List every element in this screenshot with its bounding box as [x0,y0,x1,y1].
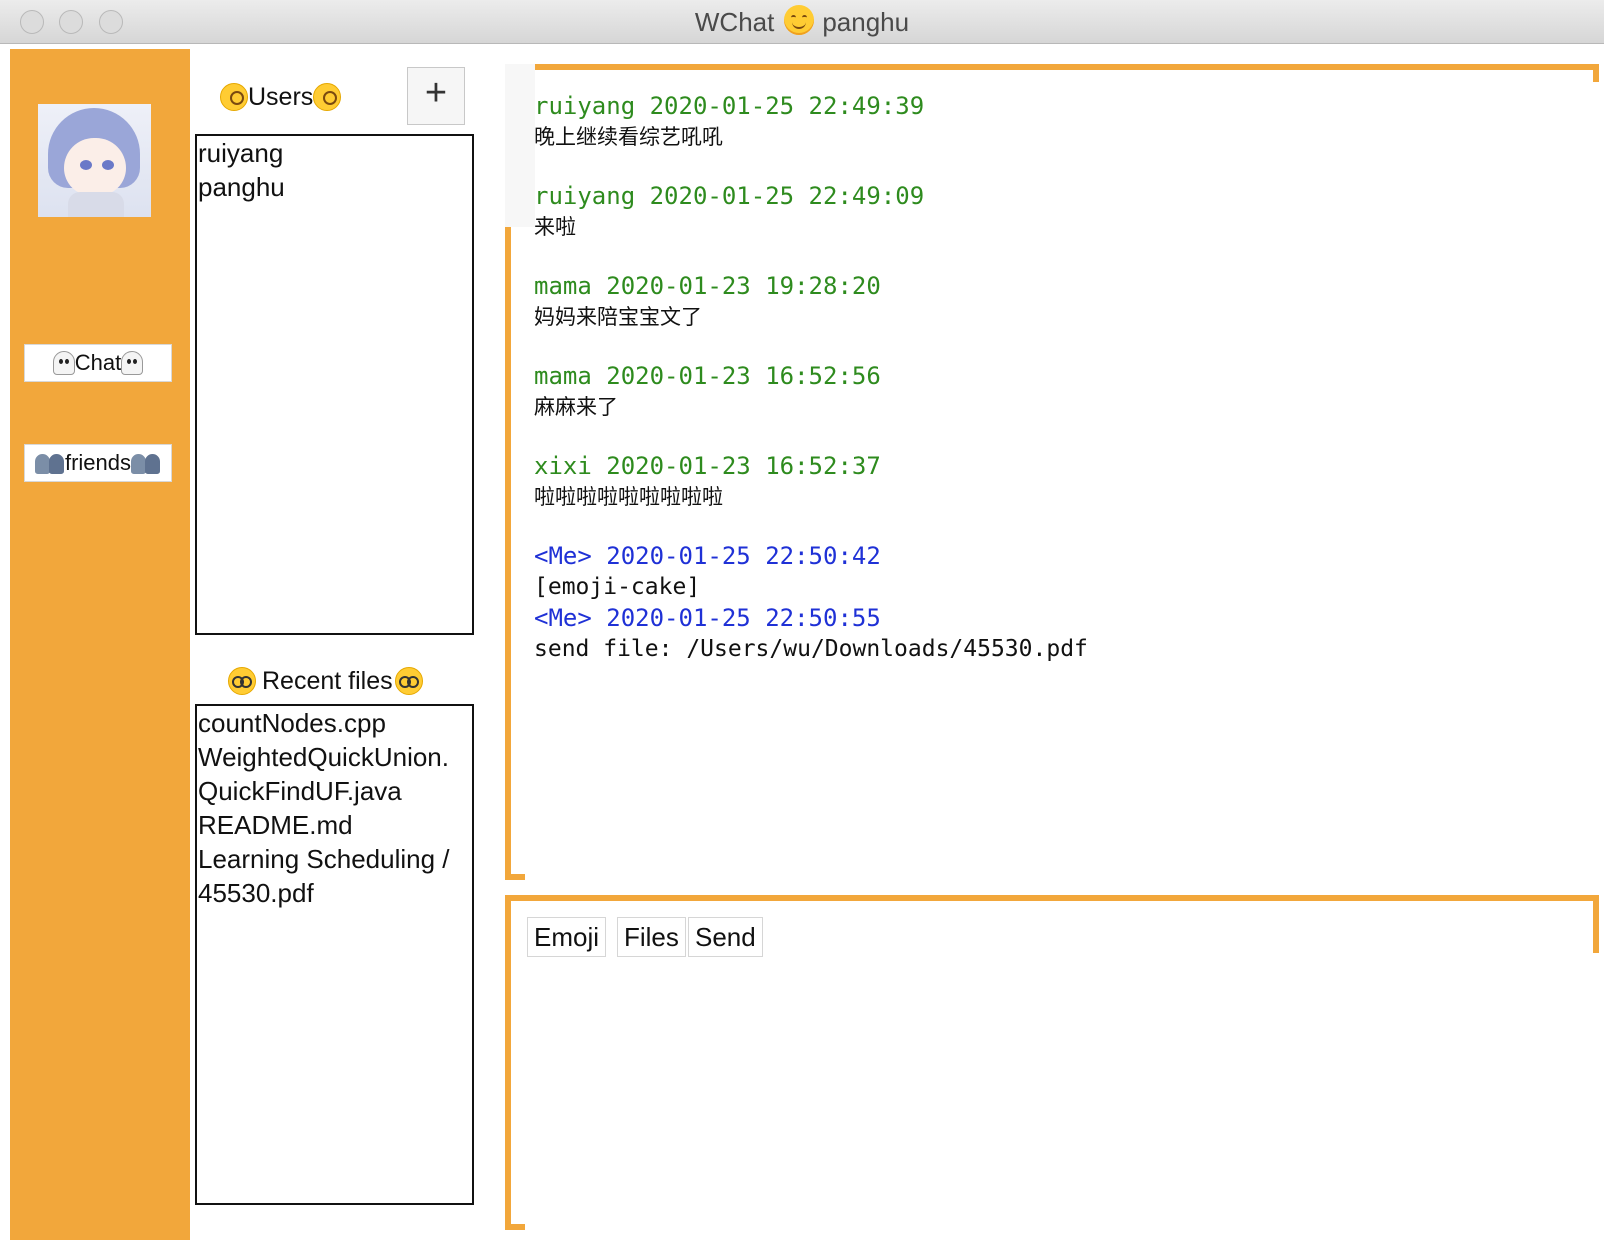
send-button[interactable]: Send [688,917,763,957]
message-sender: <Me> [534,542,592,570]
friends-nav-button[interactable]: friends [24,444,172,482]
message-list: ruiyang 2020-01-25 22:49:39 晚上继续看综艺吼吼 ru… [534,90,1088,664]
people-icon [131,452,161,474]
message-sender: ruiyang [534,92,636,120]
message-time: 2020-01-25 22:49:39 [649,92,925,120]
message-sender: <Me> [534,604,592,632]
message-text: 晚上继续看综艺吼吼 [534,125,723,149]
smiling-face-icon [784,5,815,35]
file-list-item[interactable]: 45530.pdf [197,876,472,910]
nerd-face-icon [394,667,423,695]
message-text: [emoji-cake] [534,574,701,600]
ghost-icon [121,351,144,375]
window-title-app: WChat [694,7,775,37]
recent-files-header-label: Recent files [262,666,393,695]
message-sender: ruiyang [534,182,636,210]
file-list-item[interactable]: Learning Scheduling / [197,842,472,876]
emoji-button[interactable]: Emoji [527,917,607,957]
message-time: 2020-01-23 16:52:56 [606,362,881,390]
avatar[interactable] [38,104,151,217]
nerd-face-icon [228,667,256,695]
message-text: 麻麻来了 [534,395,618,419]
message-time: 2020-01-25 22:50:42 [606,542,881,570]
message-text: 妈妈来陪宝宝文了 [534,305,702,329]
window-title-user: panghu [822,7,910,37]
message-sender: xixi [534,452,592,480]
sidebar [10,49,190,1240]
ghost-icon [52,351,75,375]
monocle-face-icon [313,83,342,111]
add-user-button[interactable]: + [407,67,465,125]
file-list-item[interactable]: WeightedQuickUnion. [197,740,472,774]
message-sender: mama [534,272,592,300]
users-header-label: Users [248,82,314,111]
recent-files-header: Recent files [228,664,423,698]
message-sender: mama [534,362,592,390]
message-text: send file: /Users/wu/Downloads/45530.pdf [534,636,1088,662]
file-list-item[interactable]: countNodes.cpp [197,706,472,740]
friends-nav-label: friends [64,450,132,475]
user-list-item[interactable]: panghu [197,170,472,204]
message-time: 2020-01-23 16:52:37 [606,452,881,480]
window-titlebar: WChat panghu [0,0,1604,44]
message-time: 2020-01-23 19:28:20 [606,272,881,300]
recent-files-list[interactable]: countNodes.cpp WeightedQuickUnion. Quick… [195,704,474,1205]
message-time: 2020-01-25 22:50:55 [606,604,881,632]
users-header: Users [220,80,342,114]
chat-nav-label: Chat [74,350,122,375]
file-list-item[interactable]: README.md [197,808,472,842]
user-list-item[interactable]: ruiyang [197,136,472,170]
files-button[interactable]: Files [617,917,686,957]
message-text: 来啦 [534,215,576,239]
file-list-item[interactable]: QuickFindUF.java [197,774,472,808]
message-time: 2020-01-25 22:49:09 [649,182,925,210]
monocle-face-icon [220,83,248,111]
window-title: WChat panghu [0,5,1604,38]
message-text: 啦啦啦啦啦啦啦啦啦 [534,485,723,509]
users-list[interactable]: ruiyang panghu [195,134,474,635]
chat-nav-button[interactable]: Chat [24,344,172,382]
people-icon [34,452,65,474]
